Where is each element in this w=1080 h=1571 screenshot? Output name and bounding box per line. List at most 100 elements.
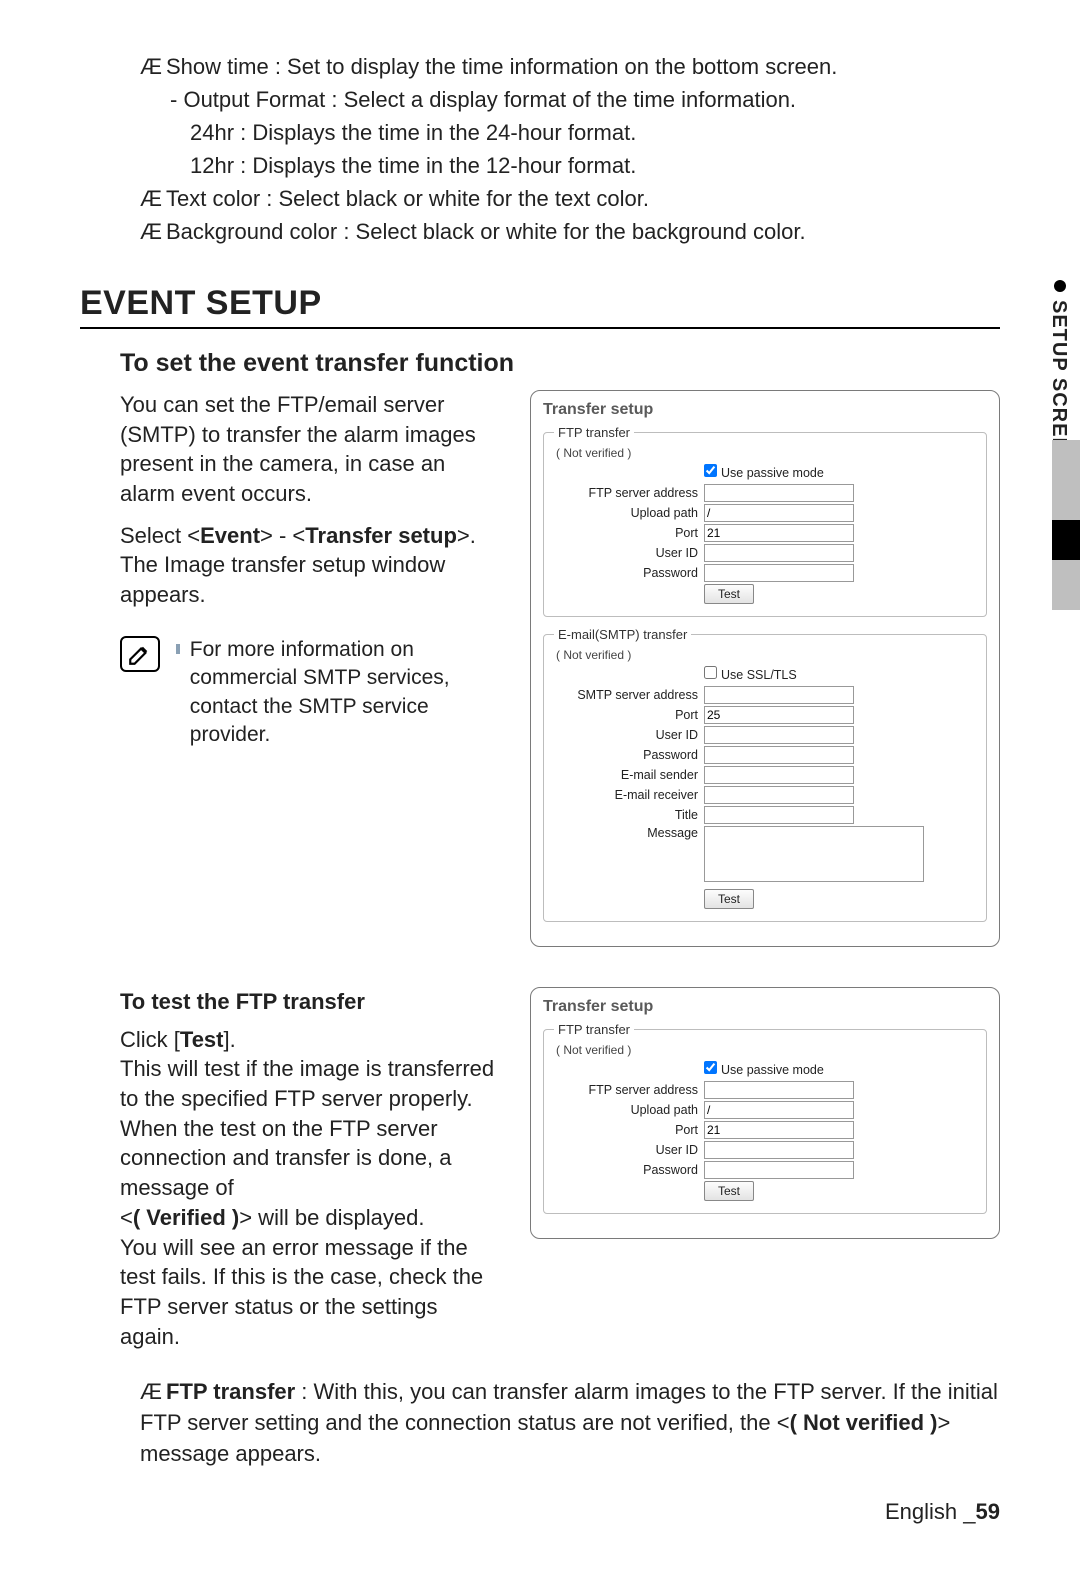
panel2-title: Transfer setup (543, 998, 987, 1016)
note-text: For more information on commercial SMTP … (190, 636, 500, 749)
sel-pre: Select < (120, 523, 200, 548)
ftp2-upload-input[interactable] (704, 1101, 854, 1119)
dash: - (170, 87, 183, 112)
opt-show-time: ÆShow time : Set to display the time inf… (140, 50, 1000, 83)
smtp-user-label: User ID (554, 728, 704, 742)
ftp-desc-bold: ( Not verified ) (790, 1410, 938, 1435)
smtp-title-input[interactable] (704, 806, 854, 824)
smtp-pass-input[interactable] (704, 746, 854, 764)
ftp-port-input[interactable] (704, 524, 854, 542)
smtp-addr-input[interactable] (704, 686, 854, 704)
smtp-port-input[interactable] (704, 706, 854, 724)
ftp2-addr-label: FTP server address (554, 1083, 704, 1097)
footer-page: 59 (976, 1499, 1000, 1524)
sel-mid: > - < (260, 523, 305, 548)
opt-text-color: ÆText color : Select black or white for … (140, 182, 1000, 215)
osd-options: Æ Show time : Set to display the time inf… (140, 50, 1000, 248)
ftp-desc-label: FTP transfer (166, 1379, 295, 1404)
ftp2-status: ( Not verified ) (556, 1043, 976, 1057)
ftp2-port-label: Port (554, 1123, 704, 1137)
smtp-user-input[interactable] (704, 726, 854, 744)
opt-12hr: 12hr : Displays the time in the 12-hour … (190, 149, 1000, 182)
opt-text-color-text: Text color : Select black or white for t… (166, 186, 649, 211)
opt-output-format-text: Output Format : Select a display format … (183, 87, 796, 112)
panel1-title: Transfer setup (543, 401, 987, 419)
test-body: Click [Test]. This will test if the imag… (120, 1025, 500, 1352)
ftp2-port-input[interactable] (704, 1121, 854, 1139)
page-footer: English _59 (885, 1499, 1000, 1525)
smtp-sender-input[interactable] (704, 766, 854, 784)
bullet-ae: Æ (140, 182, 166, 215)
ftp-desc: ÆFTP transfer : With this, you can trans… (140, 1377, 1000, 1469)
ftp2-fieldset: FTP transfer ( Not verified ) Use passiv… (543, 1022, 987, 1214)
opt-show-time-text: Show time : Set to display the time info… (166, 54, 837, 79)
transfer-select: Select <Event> - <Transfer setup>. The I… (120, 521, 500, 610)
smtp-title-label: Title (554, 808, 704, 822)
smtp-message-label: Message (554, 826, 704, 840)
smtp-sender-label: E-mail sender (554, 768, 704, 782)
smtp-port-label: Port (554, 708, 704, 722)
sel-event: Event (200, 523, 260, 548)
ftp2-legend: FTP transfer (554, 1022, 634, 1037)
side-tab-dot (1054, 280, 1066, 292)
test-l4-pre: < (120, 1205, 133, 1230)
transfer-heading: To set the event transfer function (120, 349, 1000, 378)
smtp-test-button[interactable]: Test (704, 889, 754, 909)
ftp-pass-input[interactable] (704, 564, 854, 582)
note-body: For more information on commercial SMTP … (176, 636, 500, 749)
smtp-ssl-label: Use SSL/TLS (721, 668, 797, 682)
manual-page: SETUP SCREEN Æ Show time : Set to display… (0, 0, 1080, 1571)
opt-24hr: 24hr : Displays the time in the 24-hour … (190, 116, 1000, 149)
ftp2-passive-checkbox[interactable] (704, 1061, 717, 1074)
opt-bg-color-text: Background color : Select black or white… (166, 219, 806, 244)
transfer-setup-panel-1: Transfer setup FTP transfer ( Not verifi… (530, 390, 1000, 947)
smtp-receiver-label: E-mail receiver (554, 788, 704, 802)
transfer-two-col: You can set the FTP/email server (SMTP) … (120, 390, 1000, 947)
ftp-pass-label: Password (554, 566, 704, 580)
ftp2-upload-label: Upload path (554, 1103, 704, 1117)
transfer-section: To set the event transfer function You c… (120, 349, 1000, 947)
ftp-passive-row: Use passive mode (554, 464, 976, 482)
ftp-test-button[interactable]: Test (704, 584, 754, 604)
ftp-addr-input[interactable] (704, 484, 854, 502)
ftp-status: ( Not verified ) (556, 446, 976, 460)
smtp-ssl-checkbox[interactable] (704, 666, 717, 679)
test-l2: This will test if the image is transferr… (120, 1056, 494, 1111)
ftp-addr-label: FTP server address (554, 486, 704, 500)
smtp-legend: E-mail(SMTP) transfer (554, 627, 691, 642)
side-tab: SETUP SCREEN (1040, 280, 1080, 610)
footer-lang: English _ (885, 1499, 976, 1524)
transfer-intro: You can set the FTP/email server (SMTP) … (120, 390, 500, 509)
smtp-receiver-input[interactable] (704, 786, 854, 804)
test-left: To test the FTP transfer Click [Test]. T… (120, 987, 500, 1351)
transfer-appear: The Image transfer setup window appears. (120, 552, 445, 607)
test-click-bold: Test (180, 1027, 224, 1052)
ftp2-passive-row: Use passive mode (554, 1061, 976, 1079)
note-row: For more information on commercial SMTP … (120, 636, 500, 749)
ftp2-passive-label: Use passive mode (721, 1063, 824, 1077)
test-two-col: To test the FTP transfer Click [Test]. T… (120, 987, 1000, 1351)
note-bullet-icon (176, 644, 180, 654)
ftp-legend: FTP transfer (554, 425, 634, 440)
ftp2-pass-input[interactable] (704, 1161, 854, 1179)
test-l4-bold: ( Verified ) (133, 1205, 239, 1230)
ftp-upload-input[interactable] (704, 504, 854, 522)
ftp2-pass-label: Password (554, 1163, 704, 1177)
ftp-passive-checkbox[interactable] (704, 464, 717, 477)
sel-transfer: Transfer setup (305, 523, 457, 548)
transfer-left: You can set the FTP/email server (SMTP) … (120, 390, 500, 749)
bullet-ae: Æ (140, 1377, 166, 1408)
ftp-user-input[interactable] (704, 544, 854, 562)
ftp-user-label: User ID (554, 546, 704, 560)
opt-bg-color: ÆBackground color : Select black or whit… (140, 215, 1000, 248)
test-l4-post: > will be displayed. (239, 1205, 424, 1230)
test-heading: To test the FTP transfer (120, 987, 500, 1017)
ftp2-addr-input[interactable] (704, 1081, 854, 1099)
smtp-message-input[interactable] (704, 826, 924, 882)
ftp-fieldset: FTP transfer ( Not verified ) Use passiv… (543, 425, 987, 617)
smtp-ssl-row: Use SSL/TLS (554, 666, 976, 684)
ftp2-user-input[interactable] (704, 1141, 854, 1159)
ftp-upload-label: Upload path (554, 506, 704, 520)
ftp2-test-button[interactable]: Test (704, 1181, 754, 1201)
test-click-post: ]. (224, 1027, 236, 1052)
